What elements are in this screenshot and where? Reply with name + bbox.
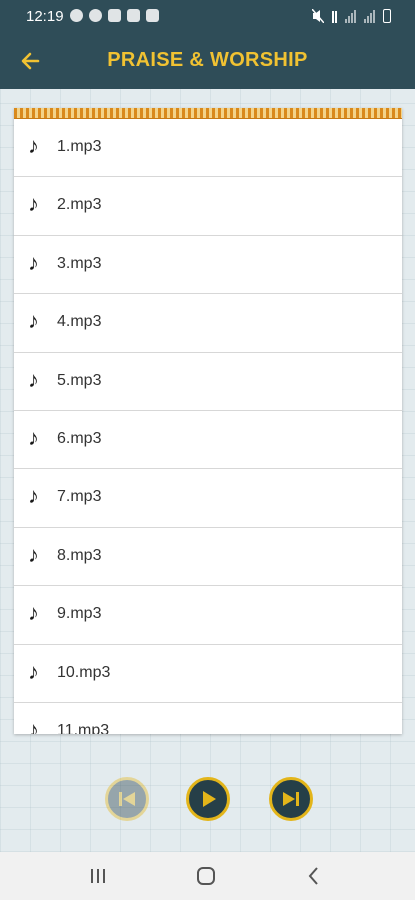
mute-icon	[312, 9, 324, 23]
home-button[interactable]	[191, 864, 221, 888]
track-list[interactable]: ♪ 1.mp3 ♪ 2.mp3 ♪ 3.mp3 ♪ 4.mp3 ♪ 5.mp3 …	[14, 108, 402, 734]
list-item[interactable]: ♪ 1.mp3	[14, 119, 402, 178]
data-icon	[332, 9, 337, 23]
download-icon	[127, 9, 140, 22]
list-item[interactable]: ♪ 3.mp3	[14, 236, 402, 295]
list-item[interactable]: ♪ 11.mp3	[14, 703, 402, 734]
list-item[interactable]: ♪ 7.mp3	[14, 469, 402, 528]
system-icons	[312, 9, 391, 23]
page-title: PRAISE & WORSHIP	[107, 49, 308, 71]
music-note-icon: ♪	[28, 133, 39, 158]
image-icon	[146, 9, 159, 22]
status-bar: 12:19	[0, 0, 415, 33]
track-name: 9.mp3	[57, 605, 102, 623]
track-name: 3.mp3	[57, 254, 102, 272]
skip-previous-icon	[119, 792, 135, 806]
list-item[interactable]: ♪ 5.mp3	[14, 353, 402, 411]
music-note-icon: ♪	[28, 541, 39, 567]
track-name: 5.mp3	[57, 371, 102, 389]
chevron-left-icon	[308, 867, 318, 885]
message-icon	[108, 9, 121, 22]
track-name: 1.mp3	[57, 138, 102, 155]
list-item[interactable]: ♪ 9.mp3	[14, 586, 402, 645]
s-app-icon	[89, 9, 102, 22]
list-item[interactable]: ♪ 4.mp3	[14, 294, 402, 353]
signal-icon-1	[345, 9, 356, 23]
music-note-icon: ♪	[28, 600, 39, 626]
app-bar: PRAISE & WORSHIP	[0, 33, 415, 89]
system-navigation-bar	[0, 852, 415, 900]
track-name: 2.mp3	[57, 196, 102, 214]
previous-button[interactable]	[105, 777, 149, 821]
track-name: 10.mp3	[57, 663, 111, 681]
music-note-icon: ♪	[28, 308, 39, 334]
status-time: 12:19	[26, 8, 64, 25]
music-note-icon: ♪	[28, 483, 39, 509]
signal-icon-2	[364, 9, 375, 23]
next-button[interactable]	[269, 777, 313, 821]
decorative-banner	[14, 108, 402, 119]
skip-next-icon	[283, 792, 299, 806]
music-note-icon: ♪	[28, 366, 39, 392]
track-name: 4.mp3	[57, 313, 102, 331]
music-note-icon: ♪	[28, 424, 39, 450]
list-item[interactable]: ♪ 10.mp3	[14, 645, 402, 703]
music-note-icon: ♪	[28, 658, 39, 684]
list-item[interactable]: ♪ 6.mp3	[14, 411, 402, 470]
at-icon	[70, 9, 83, 22]
list-item[interactable]: ♪ 8.mp3	[14, 528, 402, 587]
recent-apps-icon	[91, 869, 105, 883]
music-note-icon: ♪	[28, 191, 39, 217]
music-note-icon: ♪	[28, 716, 39, 734]
player-controls	[0, 777, 415, 821]
battery-icon	[383, 9, 391, 23]
track-name: 11.mp3	[57, 721, 110, 734]
home-icon	[197, 867, 215, 885]
list-item[interactable]: ♪ 2.mp3	[14, 177, 402, 236]
play-icon	[203, 791, 216, 807]
recent-apps-button[interactable]	[83, 864, 113, 888]
music-note-icon: ♪	[28, 249, 39, 275]
notification-icons	[70, 9, 159, 22]
system-back-button[interactable]	[299, 864, 329, 888]
track-name: 8.mp3	[57, 546, 102, 564]
track-name: 7.mp3	[57, 488, 102, 506]
play-button[interactable]	[186, 777, 230, 821]
track-name: 6.mp3	[57, 429, 102, 447]
